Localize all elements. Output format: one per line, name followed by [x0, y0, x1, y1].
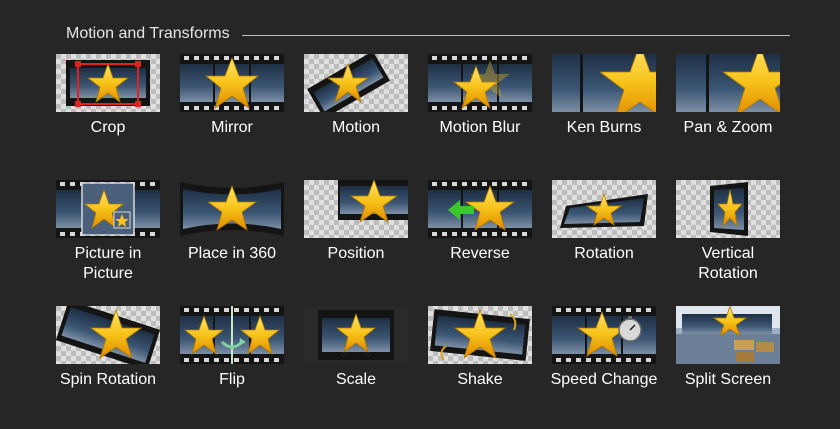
flip-icon [180, 306, 284, 364]
motion-blur-thumbnail [428, 54, 532, 112]
rotation-icon [552, 180, 656, 238]
crop-icon [56, 54, 160, 112]
effect-picture-in-picture[interactable]: Picture in Picture [51, 180, 165, 284]
effect-vertical-rotation[interactable]: Vertical Rotation [671, 180, 785, 284]
scale-thumbnail [304, 306, 408, 364]
effect-label: Motion Blur [439, 119, 521, 136]
effect-flip[interactable]: Flip [175, 306, 289, 390]
speed-change-icon [552, 306, 656, 364]
effect-shake[interactable]: Shake [423, 306, 537, 390]
effect-label: Shake [457, 371, 503, 388]
effect-label: Speed Change [550, 371, 658, 388]
effect-place-in-360[interactable]: Place in 360 [175, 180, 289, 264]
rotation-thumbnail [552, 180, 656, 238]
effect-label: Motion [331, 119, 381, 136]
section-header: Motion and Transforms [66, 24, 790, 44]
spin-rotation-icon [56, 306, 160, 364]
motion-icon [304, 54, 408, 112]
effect-motion-blur[interactable]: Motion Blur [423, 54, 537, 138]
effect-label: Spin Rotation [59, 371, 157, 388]
shake-icon [428, 306, 532, 364]
effect-label: Scale [335, 371, 377, 388]
scale-icon [304, 306, 408, 364]
mirror-thumbnail [180, 54, 284, 112]
effect-label: Split Screen [684, 371, 772, 388]
vertical-rotation-thumbnail [676, 180, 780, 238]
effect-ken-burns[interactable]: Ken Burns [547, 54, 661, 138]
effect-split-screen[interactable]: Split Screen [671, 306, 785, 390]
effect-motion[interactable]: Motion [299, 54, 413, 138]
ken-burns-icon [552, 54, 656, 112]
effect-position[interactable]: Position [299, 180, 413, 264]
motion-thumbnail [304, 54, 408, 112]
place-in-360-thumbnail [180, 180, 284, 238]
reverse-thumbnail [428, 180, 532, 238]
flip-thumbnail [180, 306, 284, 364]
section-divider [241, 34, 790, 36]
split-screen-icon [676, 306, 780, 364]
effect-label: Reverse [450, 245, 510, 262]
effect-label: Flip [219, 371, 245, 388]
effect-label: Pan & Zoom [683, 119, 773, 136]
ken-burns-thumbnail [552, 54, 656, 112]
crop-thumbnail [56, 54, 160, 112]
effect-label: Mirror [211, 119, 253, 136]
mirror-icon [180, 54, 284, 112]
vertical-rotation-icon [676, 180, 780, 238]
split-screen-thumbnail [676, 306, 780, 364]
speed-change-thumbnail [552, 306, 656, 364]
shake-thumbnail [428, 306, 532, 364]
spin-rotation-thumbnail [56, 306, 160, 364]
effect-label: Crop [90, 119, 126, 136]
pan-zoom-thumbnail [676, 54, 780, 112]
picture-in-picture-icon [56, 180, 160, 238]
motion-blur-icon [428, 54, 532, 112]
effect-crop[interactable]: Crop [51, 54, 165, 138]
effect-label: Ken Burns [566, 119, 642, 136]
effect-scale[interactable]: Scale [299, 306, 413, 390]
position-icon [304, 180, 408, 238]
position-thumbnail [304, 180, 408, 238]
effect-label: Position [327, 245, 385, 262]
reverse-icon [428, 180, 532, 238]
section-title: Motion and Transforms [66, 25, 230, 42]
pan-zoom-icon [676, 54, 780, 112]
effect-label: Picture in Picture [74, 245, 142, 282]
place-in-360-icon [180, 182, 284, 236]
effect-label: Rotation [574, 245, 634, 262]
effect-reverse[interactable]: Reverse [423, 180, 537, 264]
effect-speed-change[interactable]: Speed Change [547, 306, 661, 390]
effect-label: Vertical Rotation [698, 245, 758, 282]
effect-spin-rotation[interactable]: Spin Rotation [51, 306, 165, 390]
effect-pan-zoom[interactable]: Pan & Zoom [671, 54, 785, 138]
effect-mirror[interactable]: Mirror [175, 54, 289, 138]
effect-label: Place in 360 [187, 245, 277, 262]
picture-in-picture-thumbnail [56, 180, 160, 238]
effect-rotation[interactable]: Rotation [547, 180, 661, 264]
